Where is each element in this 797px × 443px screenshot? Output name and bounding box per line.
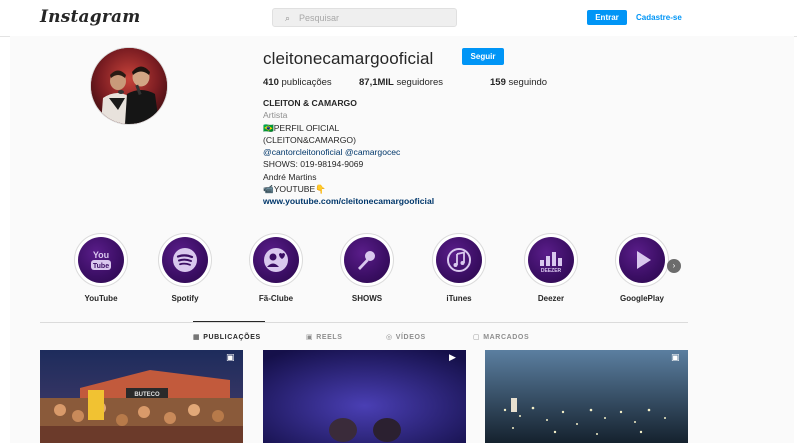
tagged-icon: ▢ <box>473 334 481 341</box>
chevron-right-icon[interactable]: › <box>667 259 681 273</box>
highlight-googleplay[interactable]: GooglePlay <box>611 233 673 303</box>
fan-club-icon <box>253 237 299 283</box>
highlight-label: SHOWS <box>351 294 383 303</box>
profile-username: cleitonecamargooficial <box>263 49 434 68</box>
highlight-ring <box>432 233 486 287</box>
mention-link[interactable]: @cantorcleitonoficial <box>263 147 342 157</box>
highlight-label: Fã-Clube <box>258 294 294 303</box>
bio-line: SHOWS: 019-98194-9069 <box>263 159 364 170</box>
reels-icon: ▣ <box>306 334 314 341</box>
post-image <box>263 350 466 443</box>
video-icon: ◎ <box>386 334 393 341</box>
search-input[interactable] <box>299 10 449 25</box>
highlight-fan-club[interactable]: Fã-Clube <box>245 233 307 303</box>
profile-photo <box>91 48 167 124</box>
profile-avatar[interactable] <box>91 48 167 124</box>
youtube-icon: You Tube <box>78 237 124 283</box>
play-icon <box>619 237 665 283</box>
login-button[interactable]: Entrar <box>587 10 627 25</box>
highlight-label: Deezer <box>537 294 565 303</box>
itunes-icon <box>436 237 482 283</box>
post-image: BUTECO <box>40 350 243 443</box>
highlight-ring <box>340 233 394 287</box>
reel-badge-icon: ▣ <box>226 352 235 362</box>
svg-text:Tube: Tube <box>93 263 109 270</box>
profile-bio: CLEITON & CAMARGO Artista 🇧🇷PERFIL OFICI… <box>263 97 434 208</box>
website-link[interactable]: www.youtube.com/cleitonecamargooficial <box>263 195 434 207</box>
svg-text:You: You <box>93 250 109 260</box>
instagram-logo[interactable]: Instagram <box>40 7 140 27</box>
post-thumbnail[interactable]: ▣ <box>485 350 688 443</box>
spotify-icon <box>162 237 208 283</box>
microphone-icon <box>344 237 390 283</box>
bio-line: André Martins <box>263 171 317 182</box>
svg-text:DEEZER: DEEZER <box>541 268 562 274</box>
bio-line: (CLEITON&CAMARGO) <box>263 134 356 145</box>
tab-tagged[interactable]: ▢ MARCADOS <box>473 333 529 341</box>
highlight-ring <box>158 233 212 287</box>
highlight-ring <box>615 233 669 287</box>
profile-full-name: CLEITON & CAMARGO <box>263 98 357 108</box>
bio-line: 📹YOUTUBE👇 <box>263 184 326 195</box>
search-box[interactable]: ⌕ <box>272 8 457 27</box>
signup-link[interactable]: Cadastre-se <box>636 10 682 25</box>
post-thumbnail[interactable]: ▶ <box>263 350 466 443</box>
highlight-label: GooglePlay <box>619 294 664 303</box>
highlight-shows[interactable]: SHOWS <box>336 233 398 303</box>
highlight-youtube[interactable]: You Tube YouTube <box>70 233 132 303</box>
highlight-ring <box>249 233 303 287</box>
posts-count: 410 publicações <box>263 77 332 88</box>
highlight-itunes[interactable]: iTunes <box>428 233 490 303</box>
follow-button[interactable]: Seguir <box>462 48 504 65</box>
highlight-label: Spotify <box>171 294 199 303</box>
bio-line: 🇧🇷PERFIL OFICIAL <box>263 122 340 133</box>
followers-count[interactable]: 87,1MIL seguidores <box>359 77 443 88</box>
highlight-label: iTunes <box>446 294 472 303</box>
deezer-icon: DEEZER <box>528 237 574 283</box>
search-icon: ⌕ <box>285 13 291 23</box>
post-thumbnail[interactable]: BUTECO ▣ <box>40 350 243 443</box>
active-tab-indicator <box>193 321 265 322</box>
highlight-ring: You Tube <box>74 233 128 287</box>
tab-posts[interactable]: ▦ PUBLICAÇÕES <box>193 333 261 341</box>
mention-link[interactable]: @camargocec <box>345 147 401 157</box>
highlight-spotify[interactable]: Spotify <box>154 233 216 303</box>
tab-reels[interactable]: ▣ REELS <box>306 333 343 341</box>
tabs-divider <box>40 322 688 323</box>
grid-icon: ▦ <box>193 334 201 341</box>
reel-badge-icon: ▣ <box>671 352 680 362</box>
svg-text:BUTECO: BUTECO <box>134 392 160 398</box>
profile-category: Artista <box>263 110 288 121</box>
post-image <box>485 350 688 443</box>
following-count[interactable]: 159 seguindo <box>490 77 547 88</box>
highlight-label: YouTube <box>84 294 118 303</box>
top-navigation: Instagram ⌕ Entrar Cadastre-se <box>0 0 797 37</box>
tab-videos[interactable]: ◎ VÍDEOS <box>386 333 426 341</box>
highlight-deezer[interactable]: DEEZER Deezer <box>520 233 582 303</box>
video-badge-icon: ▶ <box>449 352 456 362</box>
highlight-ring: DEEZER <box>524 233 578 287</box>
